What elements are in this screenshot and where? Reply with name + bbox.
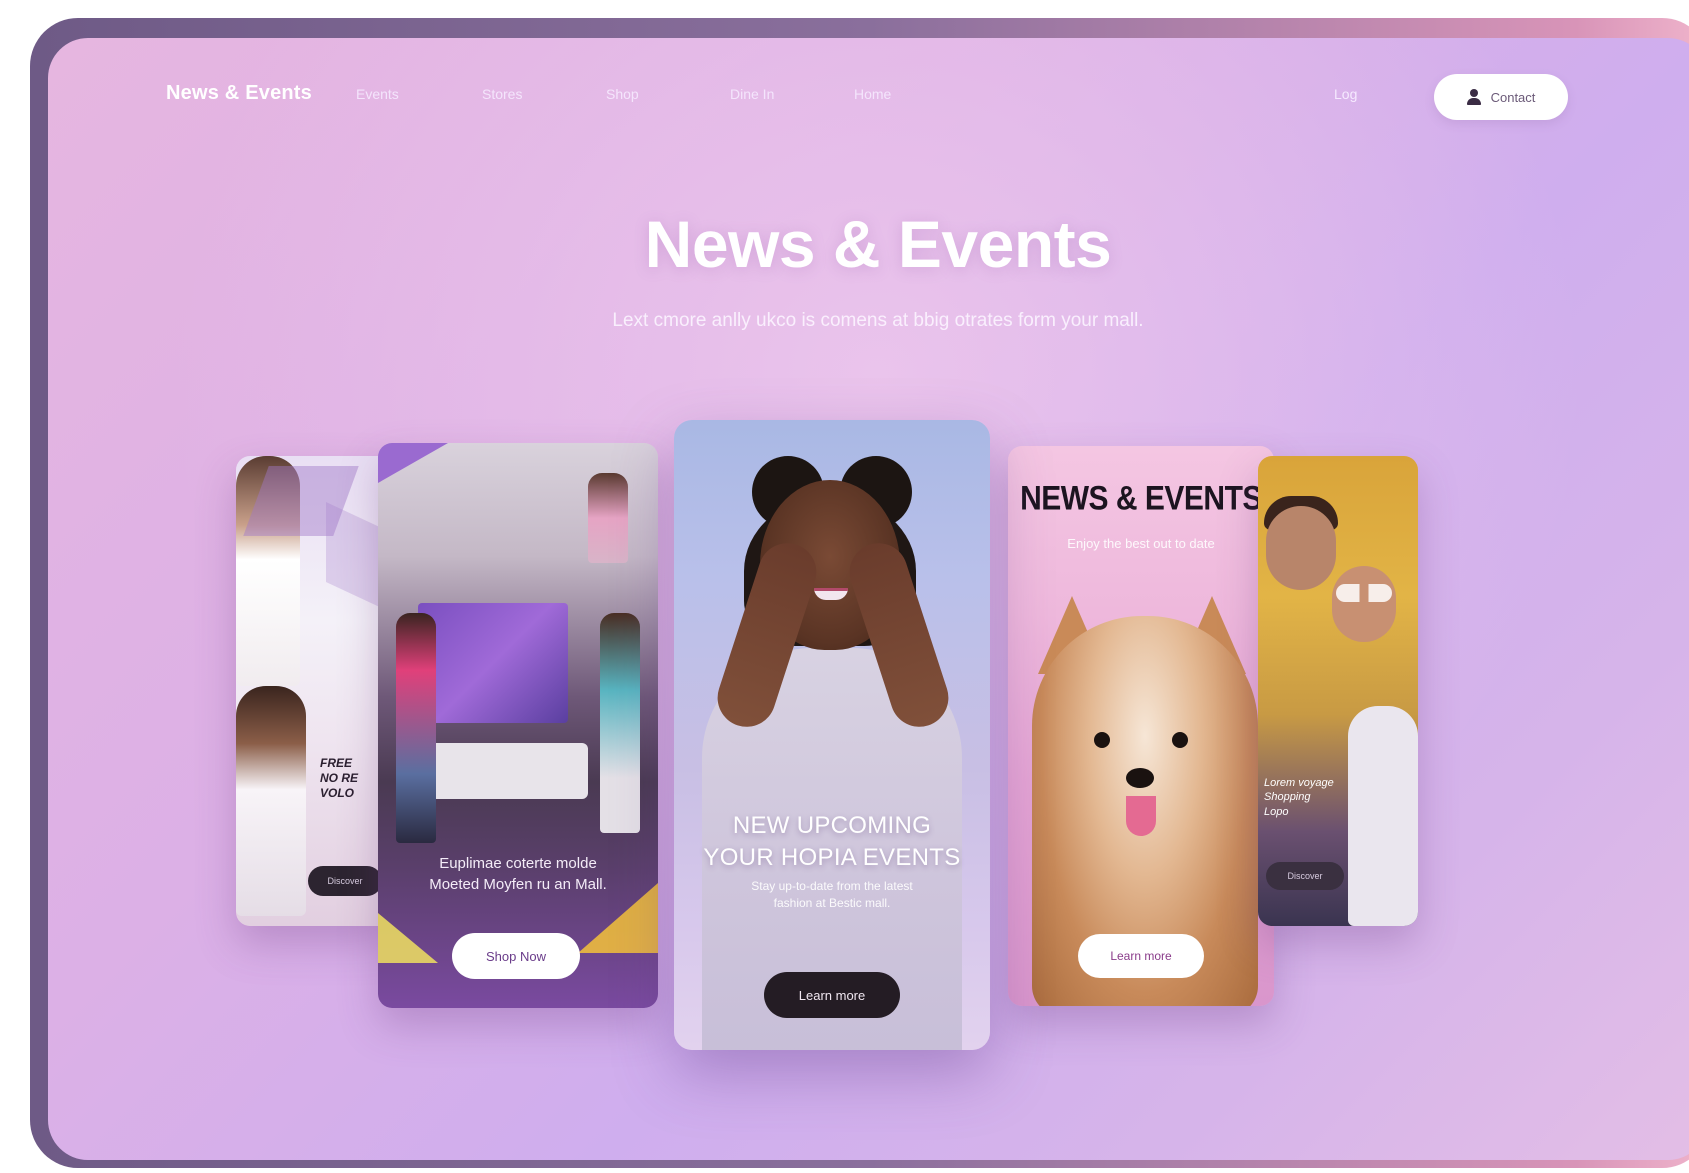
nav-link-events[interactable]: Events — [356, 86, 399, 102]
person-figure — [588, 473, 628, 563]
card-2-shop-button[interactable]: Shop Now — [452, 933, 580, 979]
card-1-label-line: NO RE — [320, 771, 359, 785]
event-card-4[interactable]: NEWS & EVENTS Enjoy the best out to date… — [1008, 446, 1274, 1006]
event-card-1[interactable]: FREE NO RE VOLO Discover — [236, 456, 398, 926]
contact-button-label: Contact — [1490, 89, 1536, 105]
person-face — [1266, 506, 1336, 590]
person-figure — [236, 686, 306, 916]
decor-shard — [326, 502, 386, 610]
nav-link-home[interactable]: Home — [854, 86, 891, 102]
card-5-label-line: Lopo — [1264, 805, 1289, 818]
sofa-image — [418, 743, 588, 799]
card-4-tagline: Enjoy the best out to date — [1067, 536, 1215, 551]
card-2-text-line: Euplimae coterte molde — [439, 855, 597, 872]
sunglasses-image — [1336, 584, 1392, 602]
featured-sub-line: fashion at Bestic mall. — [773, 896, 891, 911]
user-icon — [1466, 89, 1481, 105]
person-figure — [600, 613, 640, 833]
card-2-text-line: Moeted Moyfen ru an Mall. — [429, 876, 607, 893]
card-1-label-line: FREE — [320, 756, 353, 770]
app-screen: News & Events Events Stores Shop Dine In… — [48, 38, 1689, 1160]
nav-link-dine-in[interactable]: Dine In — [730, 86, 774, 102]
card-5-label-line: Shopping — [1264, 791, 1311, 804]
card-4-headline: NEWS & EVENTS — [1020, 479, 1262, 518]
person-figure — [396, 613, 436, 843]
card-5-button[interactable]: Discover — [1266, 862, 1344, 890]
featured-sub-line: Stay up-to-date from the latest — [751, 879, 913, 893]
dog-eye — [1172, 732, 1188, 748]
login-link[interactable]: Log — [1334, 86, 1357, 102]
tv-screen-image — [418, 603, 568, 723]
page-title: News & Events — [644, 207, 1112, 281]
card-5-label-line: Lorem voyage — [1264, 777, 1334, 789]
card-1-button[interactable]: Discover — [308, 866, 382, 896]
dog-eye — [1094, 732, 1110, 748]
featured-card-subtitle: Stay up-to-date from the latest fashion … — [674, 878, 990, 913]
page-subtitle: Lext cmore anlly ukco is comens at bbig … — [612, 310, 1144, 331]
decor-triangle — [378, 443, 448, 483]
featured-title-line: NEW UPCOMING — [732, 812, 932, 839]
card-4-learn-button[interactable]: Learn more — [1078, 934, 1204, 978]
top-nav: News & Events Events Stores Shop Dine In… — [48, 38, 1689, 158]
brand-logo[interactable]: News & Events — [166, 82, 312, 105]
card-1-label-line: VOLO — [320, 786, 355, 800]
nav-link-stores[interactable]: Stores — [482, 86, 522, 102]
dog-tongue — [1126, 796, 1156, 836]
card-5-label: Lorem voyage Shopping Lopo — [1264, 776, 1334, 819]
card-1-label: FREE NO RE VOLO — [320, 756, 358, 801]
nav-link-shop[interactable]: Shop — [606, 86, 639, 102]
decor-triangle — [378, 913, 438, 963]
event-card-5[interactable]: Lorem voyage Shopping Lopo Discover — [1258, 456, 1418, 926]
event-card-2[interactable]: Euplimae coterte molde Moeted Moyfen ru … — [378, 443, 658, 1008]
person-figure — [1348, 706, 1418, 926]
event-card-featured[interactable]: NEW UPCOMING YOUR HOPIA EVENTS Stay up-t… — [674, 420, 990, 1050]
dog-nose — [1126, 768, 1154, 788]
card-2-text: Euplimae coterte molde Moeted Moyfen ru … — [398, 853, 638, 895]
person-face — [1332, 566, 1396, 642]
featured-title-line: YOUR HOPIA EVENTS — [703, 843, 961, 871]
featured-card-title: NEW UPCOMING YOUR HOPIA EVENTS — [674, 810, 990, 873]
featured-learn-button[interactable]: Learn more — [764, 972, 900, 1018]
contact-button[interactable]: Contact — [1434, 74, 1568, 120]
